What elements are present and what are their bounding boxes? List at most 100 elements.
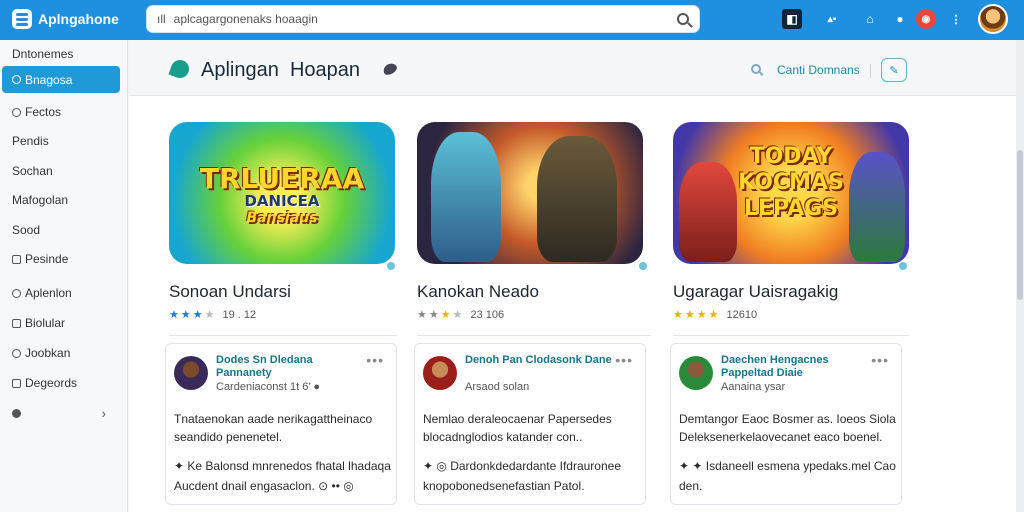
game-rating: ★ ★ ★ ★ 19 . 12 xyxy=(169,308,395,322)
scrollbar[interactable] xyxy=(1016,40,1024,512)
sidebar-item[interactable]: Sood xyxy=(12,219,122,241)
sidebar-item[interactable]: Sochan xyxy=(12,160,122,182)
app-brand[interactable]: Aplngahone xyxy=(12,9,119,29)
sidebar-item[interactable]: Fectos xyxy=(12,101,122,123)
sidebar-item[interactable]: Aplenlon xyxy=(12,282,122,304)
chevron-right-icon: › xyxy=(101,405,106,421)
star-icon: ★ xyxy=(204,309,215,321)
post-body: Nemlao deraleocaenar Papersedes blocadng… xyxy=(423,412,612,444)
sidebar-item[interactable]: Joobkan xyxy=(12,342,122,364)
thumbnail-logo-line: TODAY xyxy=(749,144,833,169)
square-icon xyxy=(12,318,21,328)
game-thumbnail[interactable] xyxy=(417,122,643,264)
divider xyxy=(673,335,909,336)
sidebar-item-label: Degeords xyxy=(25,376,78,390)
app-name: Aplngahone xyxy=(38,11,119,27)
sidebar-item-label: Sood xyxy=(12,223,41,237)
sidebar-item[interactable]: Degeords xyxy=(12,372,122,394)
hero-right-figure xyxy=(537,136,617,262)
search-bar[interactable]: ıll xyxy=(146,5,700,33)
app-logo-icon xyxy=(12,9,32,29)
game-thumbnail[interactable]: TODAY KOCMAS LEPAGS xyxy=(673,122,909,264)
badge-icon xyxy=(899,262,907,270)
thumbnail-logo-line: DANICEA xyxy=(244,192,320,210)
post-avatar[interactable] xyxy=(679,356,713,390)
user-avatar[interactable] xyxy=(978,4,1008,34)
more-options-icon[interactable]: ••• xyxy=(615,352,633,368)
sidebar-item[interactable]: Mafogolan xyxy=(12,189,122,211)
search-input[interactable] xyxy=(173,12,677,26)
sidebar: Dntonemes Bnagosa Fectos Pendis Sochan M… xyxy=(0,40,128,512)
settings-icon[interactable]: ⋮ xyxy=(946,9,966,29)
post-footer: ✦ ✦ Isdaneell esmena ypedaks.mel Cao den… xyxy=(679,456,899,496)
more-options-icon[interactable]: ••• xyxy=(871,352,889,368)
post-body: Demtangor Eaoc Bosmer as. Ioeos Siola De… xyxy=(679,412,896,444)
game-card[interactable]: Kanokan Neado ★ ★ ★ ★ 23 106 xyxy=(417,122,647,322)
circle-icon xyxy=(12,408,21,418)
star-icon: ★ xyxy=(673,309,683,321)
star-icon: ★ xyxy=(452,309,463,321)
post-author[interactable]: Denoh Pan Clodasonk Dane xyxy=(465,354,615,367)
divider xyxy=(169,335,397,336)
edit-title-icon[interactable] xyxy=(381,61,399,77)
edit-icon[interactable]: ✎ xyxy=(881,58,907,82)
post-meta: Aanaina ysar xyxy=(721,381,786,393)
post-body: Tnataenokan aade nerikagattheinaco seand… xyxy=(174,412,373,444)
square-icon xyxy=(12,378,21,388)
sidebar-item-label: Bnagosa xyxy=(25,72,73,87)
page-title-sub: Hoapan xyxy=(289,59,361,81)
search-icon[interactable] xyxy=(677,13,689,25)
post-footer-icon: ✦ ◎ xyxy=(423,459,447,473)
game-title[interactable]: Ugaragar Uaisragakig xyxy=(673,282,909,302)
sidebar-item[interactable]: Pendis xyxy=(12,130,122,152)
star-icon: ★ xyxy=(708,309,719,321)
rating-text: 19 . 12 xyxy=(222,308,257,321)
post-footer-text: Balonsd mnrenedos fhatal lhadaqa Aucdent… xyxy=(174,459,391,493)
badge-icon xyxy=(639,262,647,270)
post-footer-actions[interactable]: ⊙ •• ◎ xyxy=(318,479,354,493)
star-icon: ★ xyxy=(440,309,451,321)
circle-icon xyxy=(12,107,21,117)
search-prefix: ıll xyxy=(157,12,166,26)
sidebar-item-label: Sochan xyxy=(12,164,53,178)
activity-icon[interactable]: ▴▪ xyxy=(822,9,842,29)
game-title[interactable]: Sonoan Undarsi xyxy=(169,282,395,302)
game-thumbnail[interactable]: TRLUERAA DANICEA Bansiaus xyxy=(169,122,395,264)
game-card[interactable]: TRLUERAA DANICEA Bansiaus Sonoan Undarsi… xyxy=(169,122,395,321)
rating-text: 23 106 xyxy=(470,308,505,321)
sidebar-item[interactable]: Pesinde xyxy=(12,248,122,270)
rating-text: 12610 xyxy=(726,308,758,321)
post-author[interactable]: Daechen Hengacnes Pappeltad Diaie xyxy=(721,354,871,380)
home-icon[interactable]: ⌂ xyxy=(860,9,880,29)
sidebar-item-label: Biolular xyxy=(25,316,66,330)
sidebar-item-more[interactable]: › xyxy=(12,402,122,424)
star-icon: ★ xyxy=(696,309,707,321)
notification-icon[interactable]: ◉ xyxy=(916,9,936,29)
header-search-icon[interactable] xyxy=(751,64,761,74)
post-meta: Cardeniaconst 1t 6’ ● xyxy=(216,381,321,393)
star-icon: ★ xyxy=(169,309,179,321)
profile-icon[interactable]: ● xyxy=(890,9,910,29)
thumbnail-logo-line: Bansiaus xyxy=(246,210,318,226)
scrollbar-thumb[interactable] xyxy=(1017,150,1023,300)
game-rating: ★ ★ ★ ★ 23 106 xyxy=(417,308,643,322)
sidebar-item-label: Fectos xyxy=(25,105,62,119)
post-card[interactable]: Dodes Sn Dledana Pannanety Cardeniaconst… xyxy=(165,343,397,505)
sidebar-item-active[interactable]: Bnagosa xyxy=(2,66,120,93)
more-options-icon[interactable]: ••• xyxy=(366,352,384,368)
thumbnail-logo-line: KOCMAS xyxy=(738,170,844,195)
apps-icon[interactable]: ◧ xyxy=(782,9,802,29)
header-action-link[interactable]: Canti Domnans xyxy=(777,63,860,77)
post-card[interactable]: Denoh Pan Clodasonk Dane Arsaod solan ••… xyxy=(414,343,646,505)
post-meta: Arsaod solan xyxy=(465,381,530,393)
post-avatar[interactable] xyxy=(423,356,457,390)
post-footer-icon: ✦ ✦ xyxy=(679,459,703,473)
post-avatar[interactable] xyxy=(174,356,208,390)
circle-icon xyxy=(12,288,21,298)
game-title[interactable]: Kanokan Neado xyxy=(417,282,643,302)
game-card[interactable]: TODAY KOCMAS LEPAGS Ugaragar Uaisragakig… xyxy=(673,122,909,321)
sidebar-item[interactable]: Biolular xyxy=(12,312,122,334)
page-title: Aplingan Hoapan xyxy=(201,59,360,82)
post-author[interactable]: Dodes Sn Dledana Pannanety xyxy=(216,354,366,380)
post-card[interactable]: Daechen Hengacnes Pappeltad Diaie Aanain… xyxy=(670,343,902,505)
